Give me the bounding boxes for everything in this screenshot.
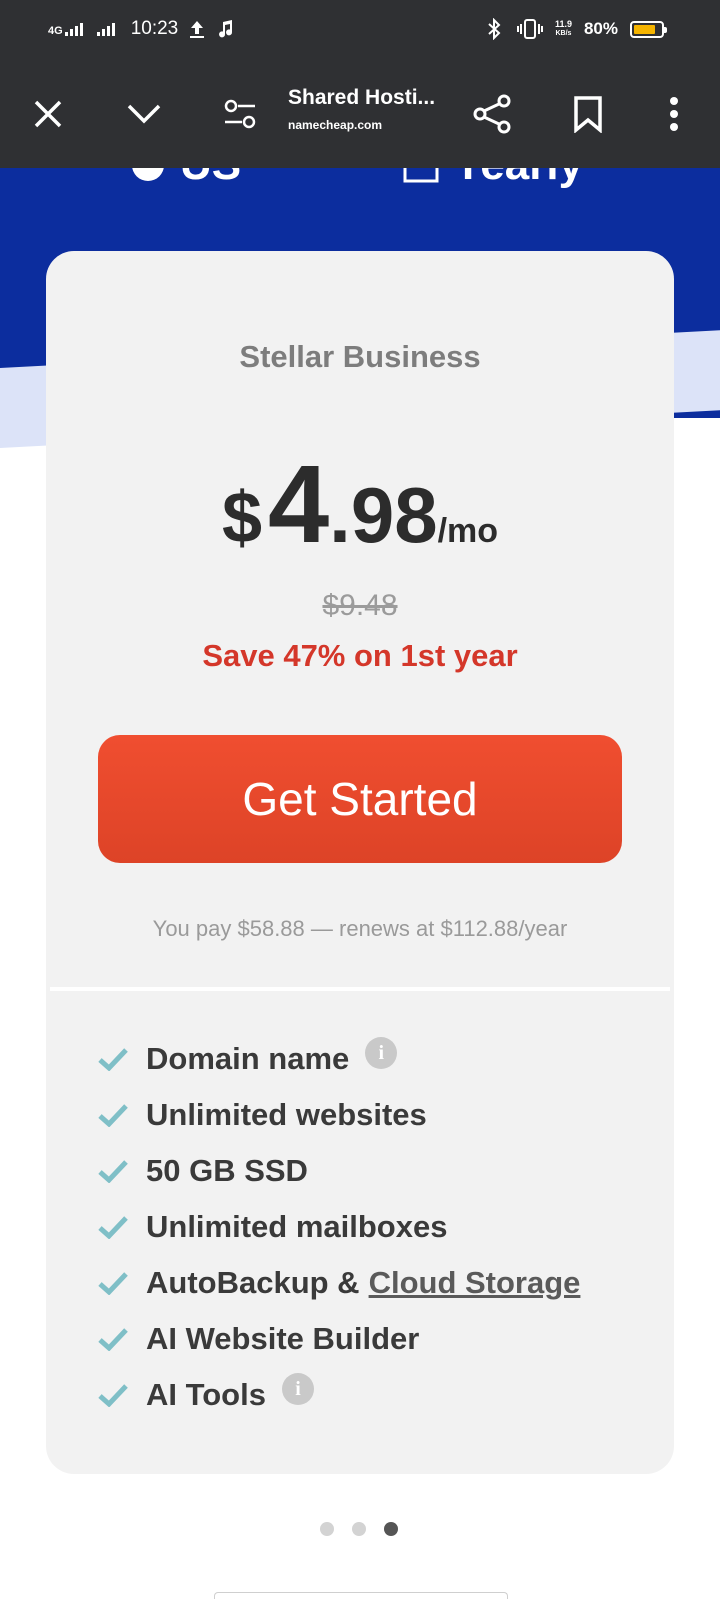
battery-fill	[634, 24, 655, 34]
browser-toolbar: Shared Hosti... namecheap.com	[0, 60, 720, 168]
feature-list: Domain name i Unlimited websites 50 GB S…	[98, 1031, 580, 1423]
page-title: Shared Hosti...	[288, 86, 436, 109]
carousel-pagination	[320, 1522, 398, 1536]
more-vertical-icon[interactable]	[650, 90, 698, 138]
calendar-icon	[403, 168, 439, 183]
cell-signal-icon	[64, 23, 83, 36]
check-icon	[98, 1324, 146, 1354]
check-icon	[98, 1156, 146, 1186]
battery-icon	[630, 20, 667, 38]
network-speed: 11.9 KB/s	[554, 19, 572, 38]
pricing-card: Stellar Business $ 4 .98 /mo $9.48 Save …	[46, 251, 674, 1474]
upload-icon	[190, 21, 205, 38]
chevron-down-icon[interactable]	[120, 90, 168, 138]
share-icon[interactable]	[468, 90, 516, 138]
cloud-storage-link[interactable]: Cloud Storage	[369, 1265, 581, 1301]
feature-item: Unlimited websites	[98, 1087, 580, 1143]
price: $ 4 .98 /mo	[46, 441, 674, 568]
feature-label: AutoBackup &	[146, 1265, 360, 1300]
cell-signal-2-icon	[96, 23, 115, 36]
info-icon[interactable]: i	[365, 1037, 398, 1069]
feature-label: AI Tools	[146, 1377, 266, 1412]
page-domain: namecheap.com	[288, 118, 383, 132]
battery-percent: 80%	[583, 19, 618, 38]
feature-item: AI Tools i	[98, 1367, 580, 1423]
status-bar: 4G 10:23 11.9 KB/s 80%	[0, 0, 720, 60]
flag-icon	[132, 168, 164, 181]
music-note-icon	[219, 20, 233, 38]
price-period: /mo	[437, 512, 499, 550]
info-icon[interactable]: i	[281, 1373, 314, 1405]
plan-name: Stellar Business	[239, 339, 481, 374]
close-icon[interactable]	[24, 90, 72, 138]
feature-label: Unlimited mailboxes	[146, 1209, 448, 1244]
divider	[50, 987, 670, 991]
feature-label: AI Website Builder	[146, 1321, 420, 1356]
page-settings-icon[interactable]	[216, 90, 264, 138]
get-started-button[interactable]: Get Started	[98, 735, 622, 863]
feature-label: 50 GB SSD	[146, 1153, 308, 1188]
renewal-text: You pay $58.88 — renews at $112.88/year	[152, 916, 568, 941]
clock: 10:23	[130, 18, 179, 39]
bookmark-icon[interactable]	[564, 90, 612, 138]
network-signal: 4G	[48, 22, 87, 37]
region-selector[interactable]: US	[130, 168, 241, 190]
check-icon	[98, 1100, 146, 1130]
check-icon	[98, 1044, 146, 1074]
pagination-dot-2[interactable]	[352, 1522, 366, 1536]
check-icon	[98, 1268, 146, 1298]
home-indicator	[214, 1592, 508, 1599]
hero-partial-controls: US Yearly	[130, 168, 583, 194]
feature-item: Domain name i	[98, 1031, 580, 1087]
price-integer: 4	[267, 443, 330, 566]
feature-item: AutoBackup & Cloud Storage	[98, 1255, 580, 1311]
check-icon	[98, 1212, 146, 1242]
price-decimal: .98	[329, 471, 438, 559]
pagination-dot-1[interactable]	[320, 1522, 334, 1536]
vibrate-icon	[516, 19, 543, 39]
billing-period-selector[interactable]: Yearly	[403, 168, 583, 190]
feature-item: 50 GB SSD	[98, 1143, 580, 1199]
feature-label: Domain name	[146, 1041, 350, 1076]
feature-label: Unlimited websites	[146, 1097, 427, 1132]
feature-item: AI Website Builder	[98, 1311, 580, 1367]
bluetooth-icon	[488, 18, 501, 40]
original-price: $9.48	[322, 589, 398, 622]
price-currency: $	[221, 478, 262, 558]
pagination-dot-3[interactable]	[384, 1522, 398, 1536]
check-icon	[98, 1380, 146, 1410]
page-title-block[interactable]: Shared Hosti... namecheap.com	[288, 86, 448, 132]
feature-item: Unlimited mailboxes	[98, 1199, 580, 1255]
savings-text: Save 47% on 1st year	[202, 638, 518, 673]
